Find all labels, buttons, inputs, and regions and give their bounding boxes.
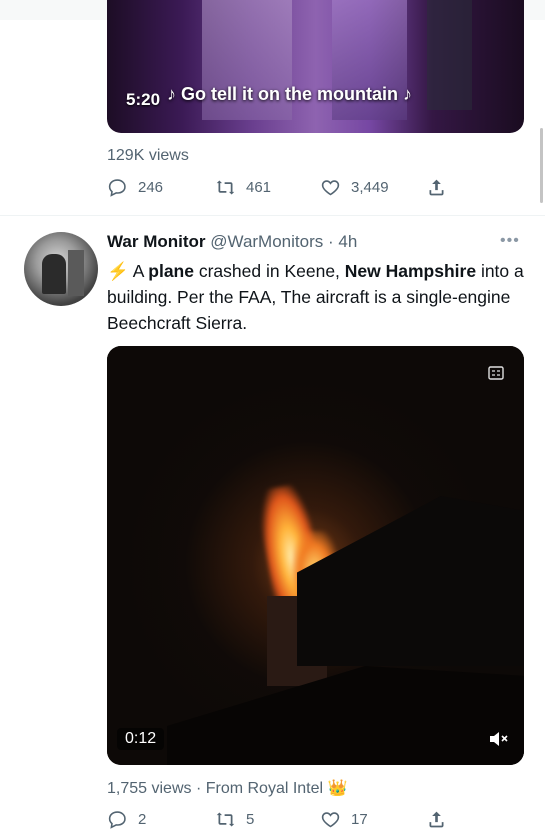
tweet-time[interactable]: 4h: [338, 232, 357, 251]
reply-count: 2: [138, 811, 147, 828]
reply-button[interactable]: 246: [107, 177, 163, 198]
retweet-count: 5: [246, 811, 255, 828]
reply-button[interactable]: 2: [107, 809, 146, 830]
share-button[interactable]: [426, 809, 447, 830]
reply-icon: [108, 811, 126, 829]
author-handle[interactable]: @WarMonitors: [210, 232, 323, 251]
crown-emoji: 👑: [327, 780, 348, 797]
like-count: 17: [351, 811, 368, 828]
view-count: 1,755 views · From Royal Intel 👑: [107, 780, 348, 797]
retweet-icon: [216, 180, 235, 195]
share-button[interactable]: [426, 177, 447, 198]
video-timestamp: 5:20: [126, 90, 161, 109]
retweet-icon: [216, 812, 235, 827]
video-player-2[interactable]: 0:12: [107, 346, 524, 765]
lightning-bolt-emoji: ⚡: [107, 261, 129, 281]
share-icon: [429, 179, 444, 196]
retweet-button[interactable]: 461: [215, 177, 271, 198]
like-count: 3,449: [351, 179, 389, 196]
tweet-text: ⚡ A plane crashed in Keene, New Hampshir…: [107, 261, 524, 333]
tweet-divider: [0, 215, 545, 216]
avatar-figure: [68, 250, 84, 296]
like-button[interactable]: 3,449: [320, 177, 389, 198]
retweet-count: 461: [246, 179, 272, 196]
reply-icon: [108, 179, 126, 197]
video-caption: ♪ Go tell it on the mountain ♪: [167, 84, 412, 104]
more-options-icon[interactable]: •••: [500, 232, 520, 250]
retweet-button[interactable]: 5: [215, 809, 254, 830]
avatar-figure: [42, 254, 66, 294]
captions-icon[interactable]: [488, 366, 504, 380]
heart-icon: [321, 812, 340, 828]
avatar[interactable]: [24, 232, 98, 306]
video-timestamp: 0:12: [117, 728, 165, 750]
tweet-header: War Monitor @WarMonitors · 4h: [107, 232, 358, 251]
like-button[interactable]: 17: [320, 809, 368, 830]
mute-icon[interactable]: [488, 729, 510, 749]
reply-count: 246: [138, 179, 164, 196]
video-player-1[interactable]: 5:20 ♪ Go tell it on the mountain ♪: [107, 0, 524, 133]
share-icon: [429, 811, 444, 828]
heart-icon: [321, 180, 340, 196]
view-count: 129K views: [107, 147, 189, 164]
scrollbar[interactable]: [540, 128, 543, 203]
author-name[interactable]: War Monitor: [107, 232, 206, 251]
video-frame-figure: [427, 0, 472, 110]
